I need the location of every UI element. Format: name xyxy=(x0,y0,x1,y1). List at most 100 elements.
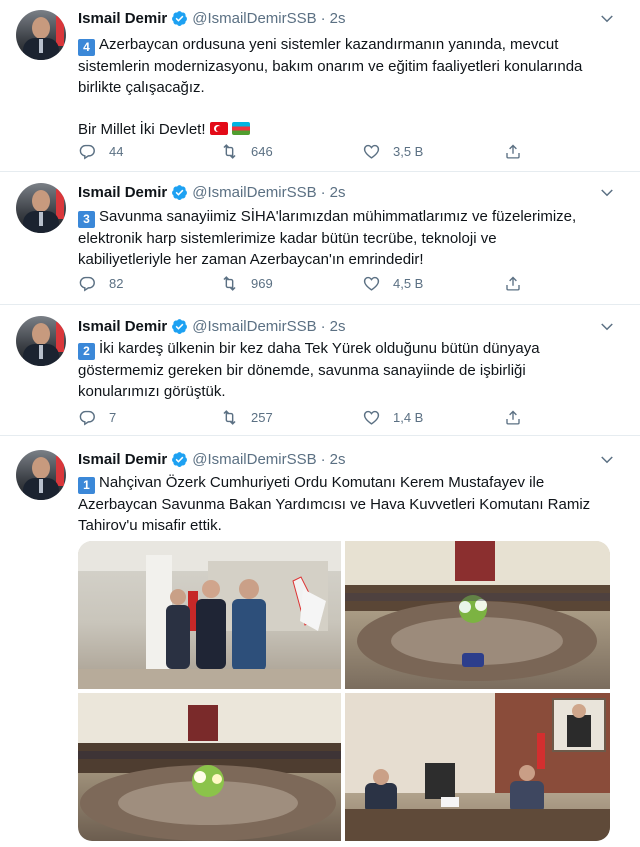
retweet-button[interactable]: 646 xyxy=(220,141,362,161)
text-line: İki kardeş ülkenin bir kez daha Tek Yüre… xyxy=(99,340,540,357)
verified-badge-icon xyxy=(172,318,188,334)
text-line: sistemlerin modernizasyonu, bakım onarım… xyxy=(78,58,583,75)
tweet-actions: 82 969 4,5 B xyxy=(78,273,548,293)
timestamp[interactable]: 2s xyxy=(330,10,346,27)
reply-button[interactable]: 82 xyxy=(78,273,220,293)
timestamp[interactable]: 2s xyxy=(330,451,346,468)
reply-count: 82 xyxy=(109,275,124,291)
separator-dot: · xyxy=(320,450,326,468)
author-name[interactable]: Ismail Demir xyxy=(78,451,167,468)
like-button[interactable]: 1,4 B xyxy=(362,407,504,427)
author-name[interactable]: Ismail Demir xyxy=(78,318,167,335)
timestamp[interactable]: 2s xyxy=(330,318,346,335)
heart-icon xyxy=(363,276,380,291)
text-line: Azerbaycan Savunma Bakan Yardımcısı ve H… xyxy=(78,496,591,513)
like-button[interactable]: 4,5 B xyxy=(362,273,504,293)
reply-button[interactable]: 44 xyxy=(78,141,220,161)
verified-badge-icon xyxy=(172,184,188,200)
meeting-photo-group[interactable] xyxy=(78,541,341,689)
like-count: 1,4 B xyxy=(393,409,424,425)
like-count: 4,5 B xyxy=(393,275,424,291)
author-name[interactable]: Ismail Demir xyxy=(78,184,167,201)
photo-group-illustration xyxy=(78,541,341,689)
like-count: 3,5 B xyxy=(393,143,424,159)
heart-icon xyxy=(363,144,380,159)
share-button[interactable] xyxy=(504,273,534,293)
author-name[interactable]: Ismail Demir xyxy=(78,10,167,27)
avatar[interactable] xyxy=(16,183,66,233)
author-handle[interactable]: @IsmailDemirSSB xyxy=(192,451,316,468)
number-badge: 3 xyxy=(78,211,95,228)
text-line: Savunma sanayiimiz SİHA'larımızdan mühim… xyxy=(99,208,577,225)
like-button[interactable]: 3,5 B xyxy=(362,141,504,161)
retweet-icon xyxy=(223,143,236,159)
closing-line: Bir Millet İki Devlet! xyxy=(78,121,206,138)
chevron-down-icon[interactable] xyxy=(598,451,616,469)
retweet-icon xyxy=(223,275,236,291)
share-icon xyxy=(506,144,520,159)
timestamp[interactable]: 2s xyxy=(330,184,346,201)
share-button[interactable] xyxy=(504,407,534,427)
author-handle[interactable]: @IsmailDemirSSB xyxy=(192,184,316,201)
separator-dot: · xyxy=(320,183,326,201)
reply-icon xyxy=(79,144,95,160)
heart-icon xyxy=(363,410,380,425)
text-line: kabiliyetleriyle her zaman Azerbaycan'ın… xyxy=(78,251,424,268)
reply-button[interactable]: 7 xyxy=(78,407,220,427)
reply-icon xyxy=(79,410,95,426)
tweet-2[interactable]: Ismail Demir @IsmailDemirSSB · 2s 3 Savun… xyxy=(0,172,640,305)
tweet-4[interactable]: Ismail Demir @IsmailDemirSSB · 2s 1 Nahçi… xyxy=(0,436,640,847)
retweet-icon xyxy=(223,409,236,425)
tweet-header: Ismail Demir @IsmailDemirSSB · 2s xyxy=(78,8,345,28)
tweet-header: Ismail Demir @IsmailDemirSSB · 2s xyxy=(78,316,345,336)
text-line: Azerbaycan ordusuna yeni sistemler kazan… xyxy=(99,36,559,53)
media-grid xyxy=(78,541,610,841)
tweet-1[interactable]: Ismail Demir @IsmailDemirSSB · 2s 4 Azerb… xyxy=(0,0,640,172)
author-handle[interactable]: @IsmailDemirSSB xyxy=(192,318,316,335)
number-badge: 2 xyxy=(78,343,95,360)
number-badge: 1 xyxy=(78,477,95,494)
chevron-down-icon[interactable] xyxy=(598,10,616,28)
share-icon xyxy=(506,276,520,291)
azerbaijan-flag-icon xyxy=(231,122,250,135)
text-line: elektronik harp sistemlerimize kadar büt… xyxy=(78,230,497,247)
text-line: göstermemiz gereken bir dönemde, savunma… xyxy=(78,362,526,379)
retweet-button[interactable]: 969 xyxy=(220,273,362,293)
meeting-photo-room[interactable] xyxy=(78,693,341,841)
retweet-count: 646 xyxy=(251,143,273,159)
tweet-actions: 44 646 3,5 B xyxy=(78,141,548,161)
reply-icon xyxy=(79,276,95,292)
verified-badge-icon xyxy=(172,451,188,467)
number-badge: 4 xyxy=(78,39,95,56)
text-line: birlikte çalışacağız. xyxy=(78,79,205,96)
avatar[interactable] xyxy=(16,316,66,366)
retweet-button[interactable]: 257 xyxy=(220,407,362,427)
tweet-3[interactable]: Ismail Demir @IsmailDemirSSB · 2s 2 İki k… xyxy=(0,305,640,436)
tweet-actions: 7 257 1,4 B xyxy=(78,407,548,427)
tweet-header: Ismail Demir @IsmailDemirSSB · 2s xyxy=(78,182,345,202)
meeting-photo-officials[interactable] xyxy=(345,693,610,841)
retweet-count: 257 xyxy=(251,409,273,425)
tweet-text: 2 İki kardeş ülkenin bir kez daha Tek Yür… xyxy=(78,338,618,402)
avatar[interactable] xyxy=(16,450,66,500)
author-handle[interactable]: @IsmailDemirSSB xyxy=(192,10,316,27)
photo-table-illustration xyxy=(345,541,610,681)
chevron-down-icon[interactable] xyxy=(598,184,616,202)
separator-dot: · xyxy=(320,9,326,27)
chevron-down-icon[interactable] xyxy=(598,318,616,336)
meeting-photo-table[interactable] xyxy=(345,541,610,689)
turkey-flag-icon xyxy=(209,122,228,135)
tweet-text: 3 Savunma sanayiimiz SİHA'larımızdan mühi… xyxy=(78,206,618,270)
tweet-header: Ismail Demir @IsmailDemirSSB · 2s xyxy=(78,449,345,469)
photo-room-illustration xyxy=(78,693,341,841)
photo-officials-illustration xyxy=(345,693,610,841)
separator-dot: · xyxy=(320,317,326,335)
text-line: konularımızı görüştük. xyxy=(78,383,226,400)
verified-badge-icon xyxy=(172,10,188,26)
reply-count: 44 xyxy=(109,143,124,159)
retweet-count: 969 xyxy=(251,275,273,291)
share-button[interactable] xyxy=(504,141,534,161)
share-icon xyxy=(506,410,520,425)
avatar[interactable] xyxy=(16,10,66,60)
reply-count: 7 xyxy=(109,409,117,425)
